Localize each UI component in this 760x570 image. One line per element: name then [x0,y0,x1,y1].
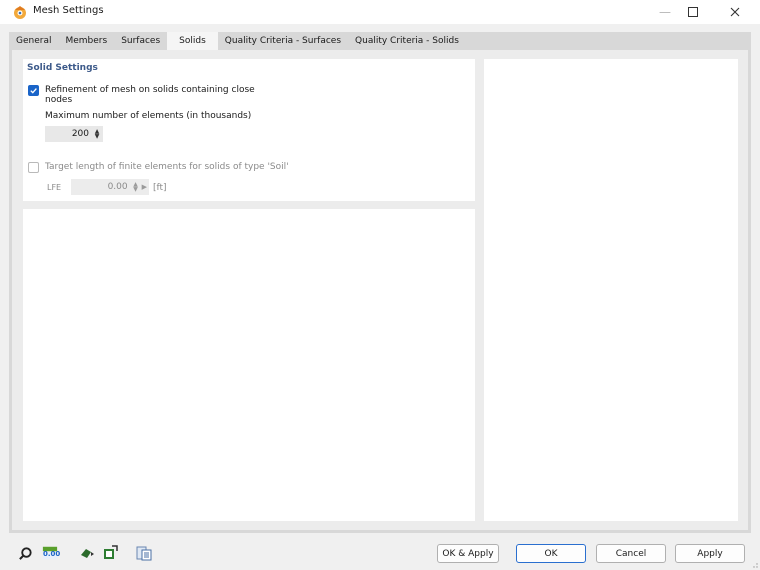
max-elements-value: 200 [71,129,89,139]
close-icon [730,7,740,17]
ok-button[interactable]: OK [516,544,586,563]
target-length-label: Target length of finite elements for sol… [45,162,289,172]
refinement-label: Refinement of mesh on solids containing … [45,85,255,95]
apply-button[interactable]: Apply [675,544,745,563]
cancel-button[interactable]: Cancel [596,544,666,563]
tab-members[interactable]: Members [58,32,115,50]
maximize-button[interactable] [673,0,713,24]
maximize-icon [688,7,698,17]
target-length-unit: [ft] [153,183,167,193]
model-icon[interactable] [79,545,95,561]
lower-panel [23,209,475,521]
window-title: Mesh Settings [33,5,104,16]
units-icon[interactable]: 0.00 [42,545,61,561]
preview-panel [484,59,738,521]
tab-quality-criteria-solids[interactable]: Quality Criteria - Solids [348,32,466,50]
dialog-body: General Members Surfaces Solids Quality … [9,32,751,533]
lfe-symbol: LFE [47,183,62,192]
tab-bar: General Members Surfaces Solids Quality … [9,32,466,50]
tab-general[interactable]: General [9,32,59,50]
target-length-value: 0.00 [107,182,128,192]
tab-solids[interactable]: Solids [167,32,218,50]
table-icon[interactable] [136,545,152,561]
section-title: Solid Settings [27,63,98,73]
search-icon[interactable] [17,545,33,561]
close-button[interactable] [715,0,755,24]
spin-arrows-icon[interactable]: ▲ ▼ [93,129,101,140]
tab-surfaces[interactable]: Surfaces [114,32,168,50]
checkmark-icon [30,88,37,94]
resize-grip-icon[interactable] [750,560,758,568]
title-bar: Mesh Settings — [0,0,760,24]
ok-apply-button[interactable]: OK & Apply [437,544,499,563]
max-elements-spinner[interactable]: 200 ▲ ▼ [45,126,103,142]
solid-settings-panel: Solid Settings Refinement of mesh on sol… [23,59,475,201]
max-elements-label: Maximum number of elements (in thousands… [45,111,252,121]
refinement-label-cont: nodes [45,95,73,105]
units-icon-text: 0.00 [43,550,61,558]
app-icon [12,4,28,20]
spin-arrows-icon: ▲ ▼ [133,181,138,193]
tab-quality-criteria-surfaces[interactable]: Quality Criteria - Surfaces [217,32,349,50]
arrow-right-icon: ▶ [141,183,147,191]
target-length-checkbox[interactable] [28,162,39,173]
options-icon[interactable] [102,545,118,561]
tab-content: Solid Settings Refinement of mesh on sol… [12,50,748,530]
refinement-checkbox[interactable] [28,85,39,96]
target-length-spinner: 0.00 ▲ ▼ ▶ [71,179,149,195]
